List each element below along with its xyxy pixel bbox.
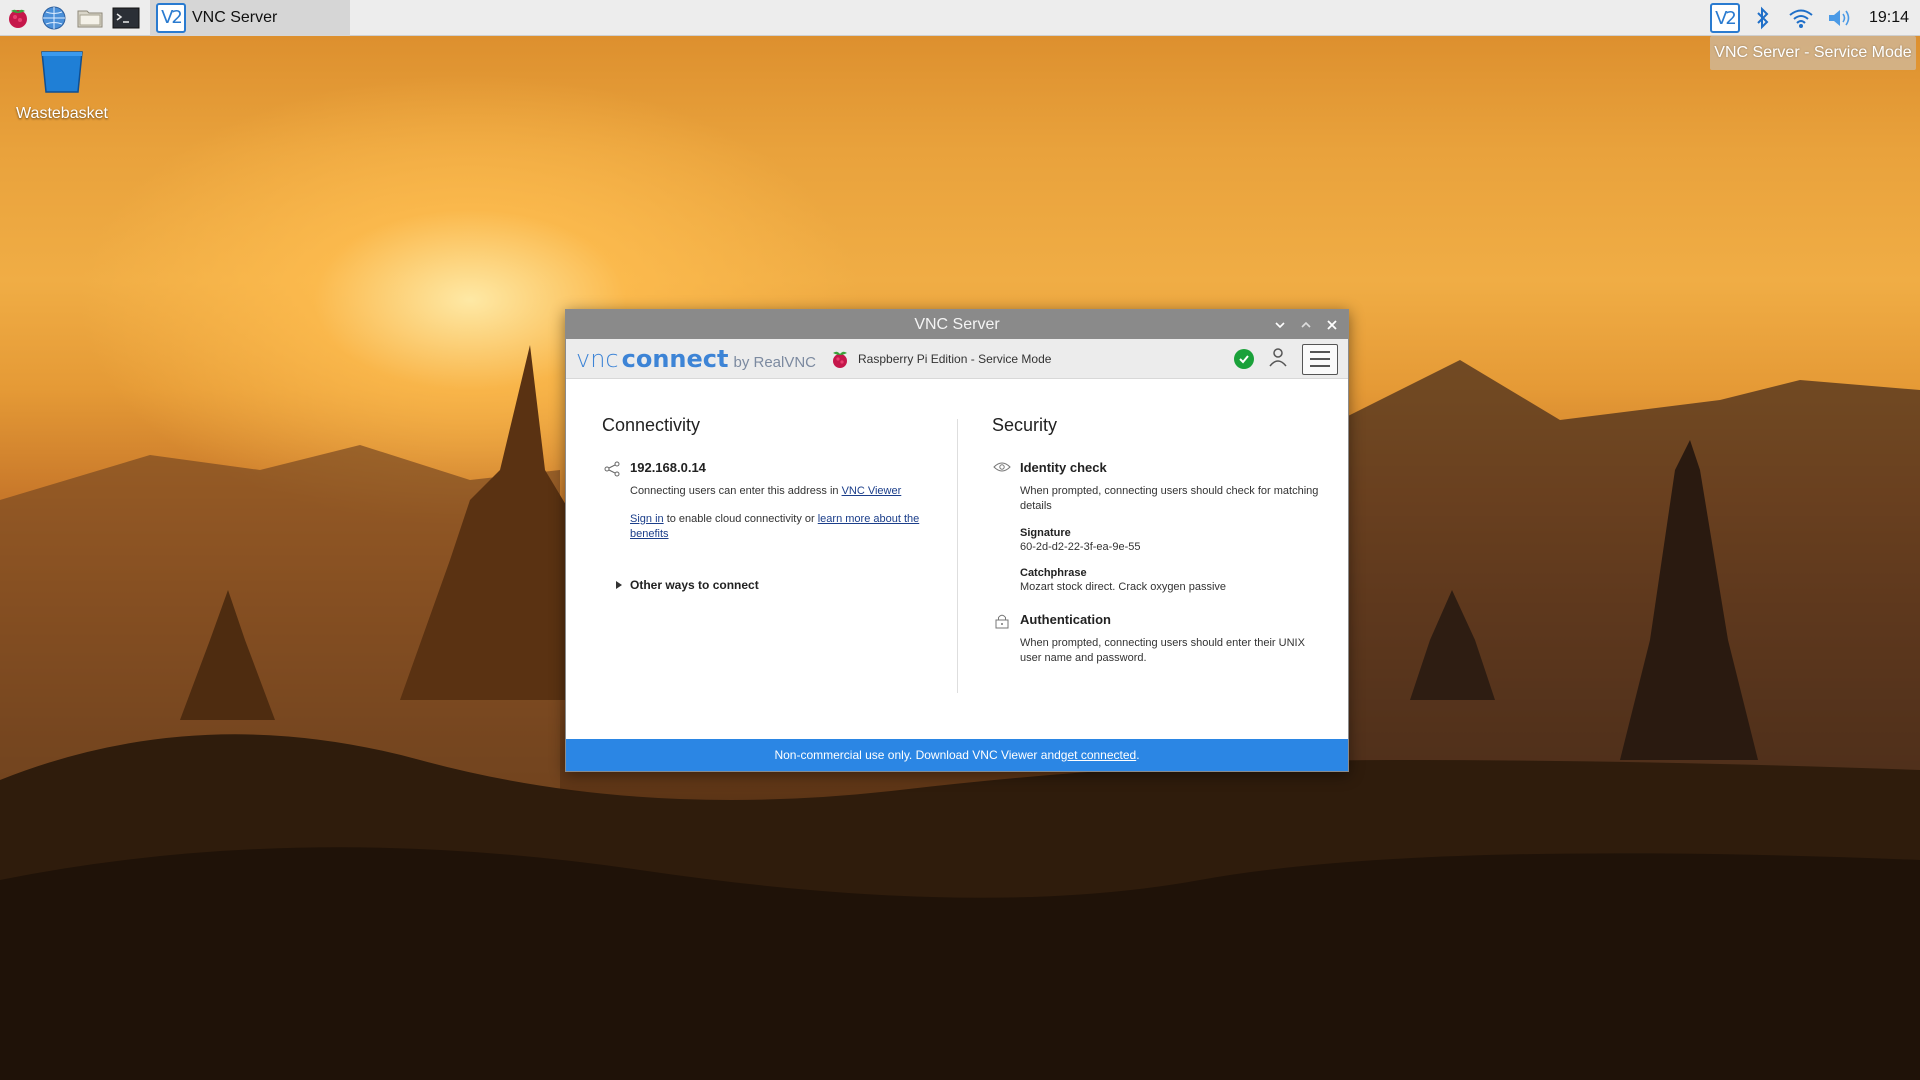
column-divider <box>957 419 958 693</box>
share-icon <box>604 461 620 477</box>
window-titlebar[interactable]: VNC Server <box>566 310 1348 339</box>
menu-icon-bar <box>1310 358 1330 360</box>
brand-connect-text: connect <box>621 344 729 373</box>
ip-address[interactable]: 192.168.0.14 <box>630 460 922 475</box>
user-icon <box>1269 347 1287 366</box>
status-ok-icon[interactable] <box>1234 349 1254 369</box>
volume-button[interactable] <box>1820 0 1858 36</box>
edition-text: Raspberry Pi Edition - Service Mode <box>858 351 1052 366</box>
signin-note-text: to enable cloud connectivity or <box>663 513 818 525</box>
vnc-tray-icon: V2 <box>1710 3 1740 33</box>
tray-tooltip: VNC Server - Service Mode <box>1710 36 1916 70</box>
eye-icon <box>993 462 1011 472</box>
app-header: vnc connect by RealVNC Raspberry Pi Edit… <box>566 339 1348 379</box>
globe-icon <box>42 6 66 29</box>
wastebasket-icon <box>41 51 83 93</box>
system-tray: V2 19:14 <box>1706 0 1920 36</box>
raspberry-menu-button[interactable] <box>0 0 36 36</box>
minimize-button[interactable] <box>1270 315 1290 335</box>
header-actions <box>1234 343 1338 375</box>
hamburger-menu-button[interactable] <box>1302 343 1338 375</box>
brand-vnc-text: vnc <box>576 344 619 373</box>
sign-in-link[interactable]: Sign in <box>630 513 664 525</box>
catchphrase-label: Catchphrase <box>1020 567 1087 579</box>
signature-label: Signature <box>1020 527 1071 539</box>
taskbar: V2 VNC Server V2 19:14 <box>0 0 1920 36</box>
taskbar-task-vnc-server[interactable]: V2 VNC Server <box>150 0 350 36</box>
authentication-title: Authentication <box>1020 612 1111 627</box>
identity-check-row: Identity check When prompted, connecting… <box>992 460 1322 594</box>
close-button[interactable] <box>1322 315 1342 335</box>
other-ways-label: Other ways to connect <box>630 578 759 592</box>
window-title: VNC Server <box>914 315 1000 333</box>
security-title: Security <box>992 415 1058 435</box>
maximize-button[interactable] <box>1296 315 1316 335</box>
address-note: Connecting users can enter this address … <box>630 484 922 499</box>
bluetooth-button[interactable] <box>1744 0 1782 36</box>
vnc-viewer-link[interactable]: VNC Viewer <box>842 485 902 497</box>
banner-text: Non-commercial use only. Download VNC Vi… <box>774 748 1061 762</box>
wifi-icon <box>1789 9 1813 28</box>
vnc-server-window: VNC Server vnc connect by RealVNC Raspbe… <box>565 309 1349 772</box>
raspberry-icon <box>833 351 848 368</box>
chevron-up-icon <box>1301 321 1311 328</box>
volume-icon <box>1829 10 1850 26</box>
menu-icon-bar <box>1310 365 1330 367</box>
address-note-text: Connecting users can enter this address … <box>630 485 842 497</box>
banner-suffix: . <box>1136 748 1140 762</box>
security-section: Security Identity check When prompted, c… <box>992 415 1322 666</box>
web-browser-launcher[interactable] <box>36 0 72 36</box>
taskbar-task-label: VNC Server <box>192 8 278 26</box>
identity-check-text: When prompted, connecting users should c… <box>1020 485 1319 512</box>
folder-icon <box>77 10 103 27</box>
lock-icon <box>995 614 1009 629</box>
vnc-tray-button[interactable]: V2 <box>1706 0 1744 36</box>
window-controls <box>1270 310 1342 339</box>
signin-note: Sign in to enable cloud connectivity or … <box>630 512 922 542</box>
identity-check-title: Identity check <box>1020 460 1107 475</box>
get-connected-link[interactable]: get connected <box>1061 748 1136 762</box>
terminal-icon <box>112 7 140 28</box>
desktop-icon-label: Wastebasket <box>16 105 108 122</box>
authentication-row: Authentication When prompted, connecting… <box>992 612 1322 666</box>
signature-value: 60-2d-d2-22-3f-ea-9e-55 <box>1020 541 1141 553</box>
file-manager-launcher[interactable] <box>72 0 108 36</box>
vnc-logo-icon: V2 <box>156 2 186 33</box>
close-icon <box>1327 319 1337 330</box>
brand-by-text: by RealVNC <box>733 353 817 371</box>
connectivity-section: Connectivity 192.168.0.14 Connecting use… <box>602 415 922 592</box>
terminal-launcher[interactable] <box>108 0 144 36</box>
desktop-icon-wastebasket[interactable]: Wastebasket <box>10 48 114 123</box>
menu-icon-bar <box>1310 351 1330 353</box>
connectivity-title: Connectivity <box>602 415 701 435</box>
edition-label: Raspberry Pi Edition - Service Mode <box>830 348 1051 370</box>
chevron-down-icon <box>1275 321 1285 328</box>
raspberry-icon <box>9 9 27 28</box>
bluetooth-icon <box>1757 6 1769 30</box>
clock[interactable]: 19:14 <box>1858 9 1920 27</box>
license-banner: Non-commercial use only. Download VNC Vi… <box>566 739 1348 771</box>
user-account-button[interactable] <box>1268 347 1288 372</box>
check-icon <box>1239 355 1249 364</box>
authentication-text: When prompted, connecting users should e… <box>1020 637 1305 664</box>
other-ways-disclosure[interactable]: Other ways to connect <box>616 578 922 592</box>
address-row: 192.168.0.14 Connecting users can enter … <box>602 460 922 542</box>
catchphrase-value: Mozart stock direct. Crack oxygen passiv… <box>1020 581 1227 593</box>
wifi-button[interactable] <box>1782 0 1820 36</box>
content-panel: Connectivity 192.168.0.14 Connecting use… <box>566 379 1348 734</box>
vnc-connect-logo: vnc connect by RealVNC <box>576 345 816 373</box>
triangle-right-icon <box>616 581 622 589</box>
